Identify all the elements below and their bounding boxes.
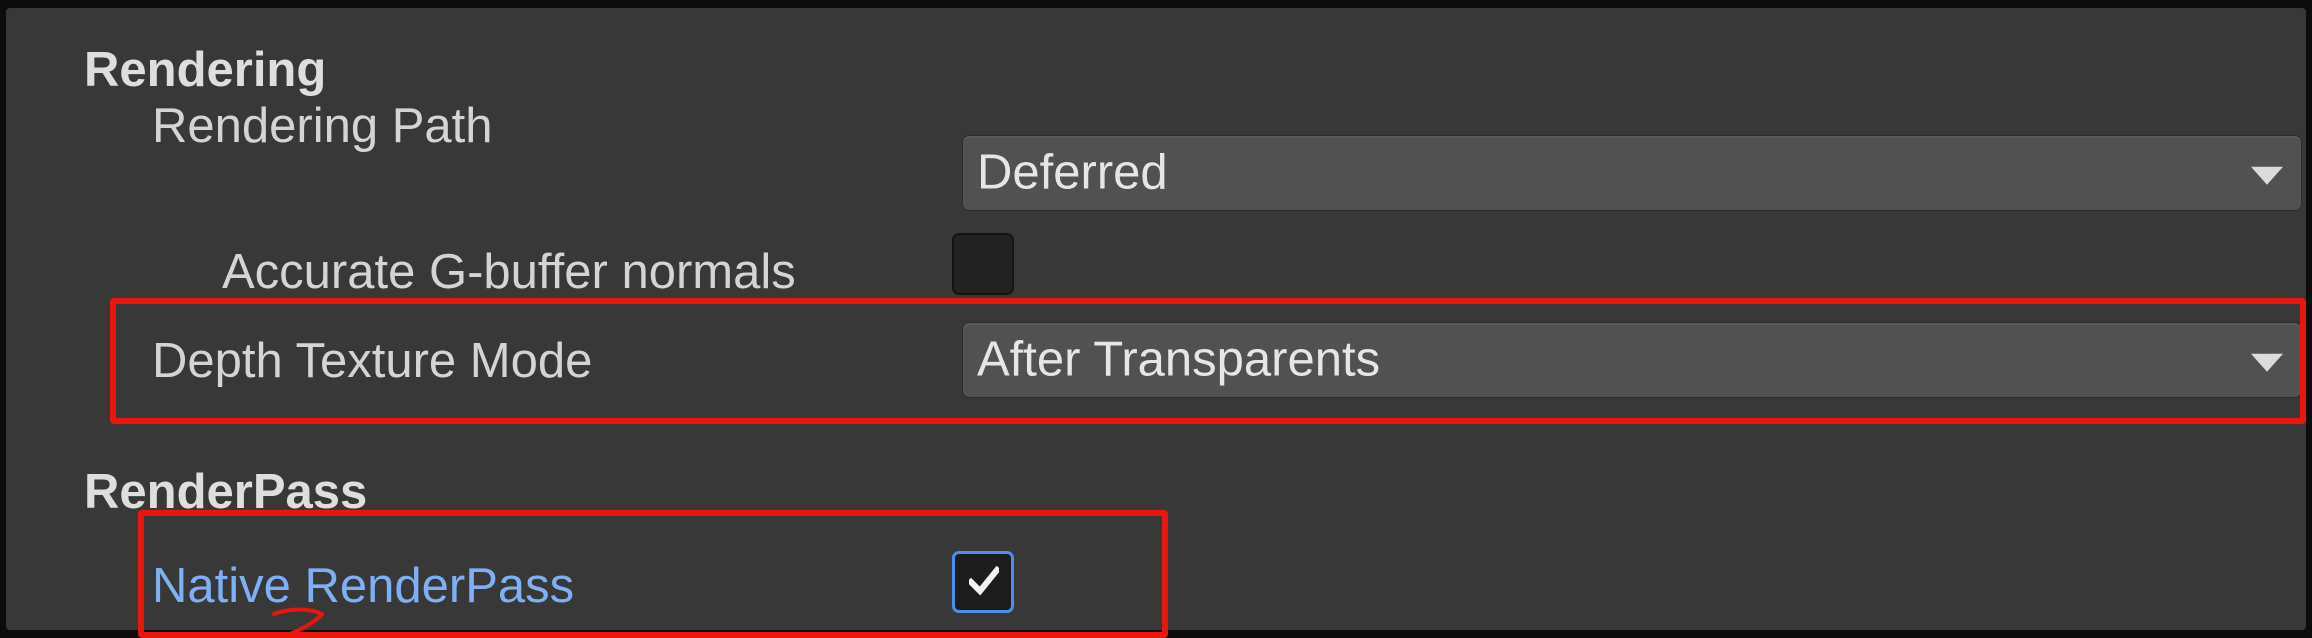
- rendering-path-dropdown[interactable]: Deferred: [962, 135, 2302, 211]
- inspector-frame: Rendering Rendering Path Deferred Accura…: [0, 0, 2312, 638]
- rendering-path-value: Deferred: [977, 145, 1168, 200]
- rendering-path-label: Rendering Path: [152, 99, 493, 153]
- accurate-gbuffer-normals-label: Accurate G-buffer normals: [222, 245, 796, 299]
- rendering-section-header: Rendering: [84, 43, 327, 97]
- depth-texture-mode-highlight: [110, 298, 2306, 424]
- accurate-gbuffer-normals-checkbox[interactable]: [952, 233, 1014, 295]
- annotation-scribble: [272, 607, 326, 636]
- dropdown-arrow-icon: [2251, 166, 2283, 185]
